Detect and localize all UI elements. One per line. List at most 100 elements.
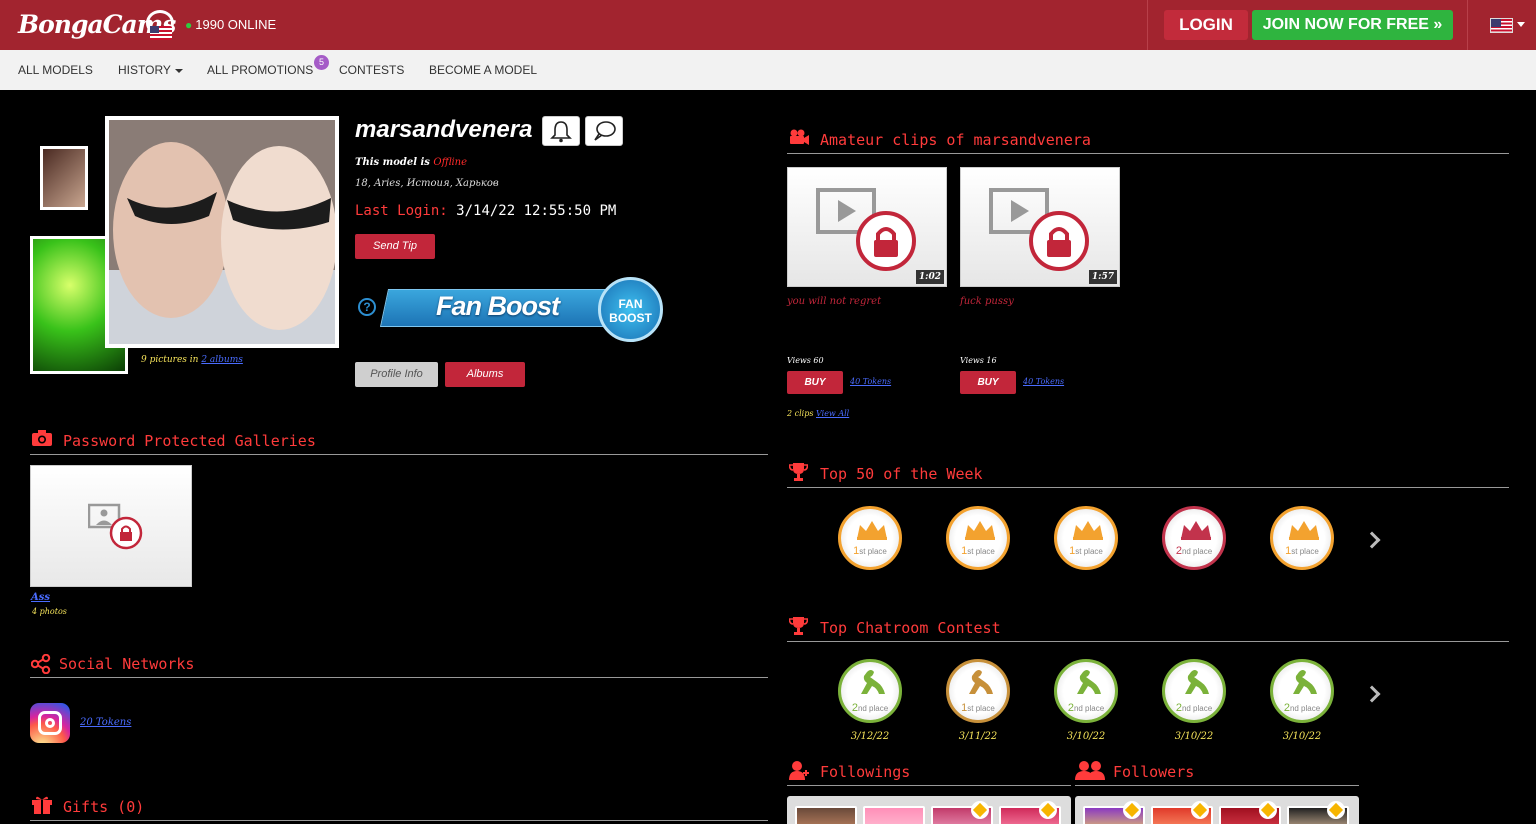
section-divider (787, 487, 1509, 488)
albums-link[interactable]: 2 albums (201, 355, 243, 365)
albums-button[interactable]: Albums (445, 362, 525, 387)
buy-clip-button[interactable]: BUY (787, 371, 843, 394)
instagram-glyph (38, 711, 62, 735)
caret-down-icon (174, 68, 183, 73)
top50-medal[interactable]: 2nd place (1162, 506, 1226, 570)
top50-medal[interactable]: 1st place (946, 506, 1010, 570)
medal-place-label: 1st place (841, 545, 899, 557)
chatroom-medal[interactable]: 1st place (946, 659, 1010, 723)
clip-duration: 1:02 (915, 270, 944, 284)
gallery-count: 4 photos (32, 607, 67, 616)
model-status: This model is Offline (355, 157, 467, 168)
clip-title[interactable]: you will not regret (787, 296, 881, 307)
status-offline: Offline (433, 157, 468, 168)
logo-flag-icon (150, 26, 172, 40)
profile-photo-image (109, 120, 335, 344)
medal-place-suffix: nd place (1181, 704, 1213, 713)
view-all-clips-link[interactable]: View All (816, 409, 849, 418)
photo-thumbnail[interactable] (40, 146, 88, 210)
clip-price[interactable]: 40 Tokens (850, 377, 891, 386)
vip-badge-icon (1191, 801, 1209, 819)
pictures-caption: 9 pictures in 2 albums (141, 355, 243, 365)
video-camera-icon (790, 129, 809, 145)
section-divider (30, 454, 768, 455)
medal-place-label: 1st place (949, 702, 1007, 714)
top50-medal[interactable]: 1st place (1054, 506, 1118, 570)
contest-date: 3/10/22 (1282, 731, 1322, 742)
top50-medal[interactable]: 1st place (838, 506, 902, 570)
medal-place-label: 2nd place (1273, 702, 1331, 714)
users-icon (1075, 761, 1105, 780)
chatroom-next-arrow-icon[interactable] (1363, 685, 1381, 703)
instagram-price-link[interactable]: 20 Tokens (80, 717, 131, 728)
section-divider (1075, 785, 1359, 786)
status-prefix: This model is (355, 157, 434, 168)
medal-place-label: 2nd place (1165, 702, 1223, 714)
fan-boost-badge-text: FAN BOOST (609, 297, 652, 325)
contest-figure-icon (861, 670, 885, 694)
contest-figure-icon (1293, 670, 1317, 694)
followings-heading: Followings (820, 763, 911, 781)
instagram-icon[interactable] (30, 703, 70, 743)
divider (1467, 0, 1468, 50)
help-icon[interactable]: ? (358, 298, 376, 316)
chatroom-medal[interactable]: 2nd place (838, 659, 902, 723)
chevron-down-icon[interactable] (1517, 22, 1525, 27)
nav-contests[interactable]: CONTESTS (339, 63, 404, 77)
contest-date: 3/11/22 (958, 731, 998, 742)
following-avatar[interactable] (795, 806, 857, 824)
medal-place-suffix: st place (967, 704, 995, 713)
medal-place-suffix: nd place (857, 704, 889, 713)
clip-views: Views 16 (960, 356, 997, 365)
bongacams-logo[interactable]: BongaCams (18, 8, 176, 44)
fan-boost-badge-icon[interactable]: FAN BOOST (598, 277, 663, 342)
clip-thumbnail[interactable]: 1:57 (960, 167, 1120, 287)
main-profile-photo[interactable] (105, 116, 339, 348)
nav-become-a-model[interactable]: BECOME A MODEL (429, 63, 537, 77)
top50-medal[interactable]: 1st place (1270, 506, 1334, 570)
nav-history[interactable]: HISTORY (118, 63, 183, 77)
section-divider (30, 820, 768, 821)
chat-button[interactable] (585, 116, 623, 146)
promotions-badge: 5 (314, 55, 329, 70)
chatroom-medal[interactable]: 2nd place (1054, 659, 1118, 723)
section-divider (30, 677, 768, 678)
nav-all-promotions[interactable]: ALL PROMOTIONS (207, 63, 313, 77)
divider (1147, 0, 1148, 50)
following-avatar[interactable] (863, 806, 925, 824)
send-tip-button[interactable]: Send Tip (355, 234, 435, 259)
nav-all-models[interactable]: ALL MODELS (18, 63, 93, 77)
user-follow-icon (789, 761, 809, 780)
chatroom-medal[interactable]: 2nd place (1162, 659, 1226, 723)
buy-clip-button[interactable]: BUY (960, 371, 1016, 394)
contest-date: 3/10/22 (1174, 731, 1214, 742)
medal-place-suffix: st place (859, 547, 887, 556)
profile-info-button[interactable]: Profile Info (355, 362, 438, 387)
join-now-button[interactable]: JOIN NOW FOR FREE » (1252, 10, 1453, 40)
trophy-icon (789, 463, 808, 481)
clips-heading: Amateur clips of marsandvenera (820, 131, 1091, 149)
medal-place-suffix: st place (1075, 547, 1103, 556)
clip-price[interactable]: 40 Tokens (1023, 377, 1064, 386)
social-networks-heading: Social Networks (59, 655, 195, 673)
trophy-icon (789, 617, 808, 635)
login-button[interactable]: LOGIN (1164, 10, 1248, 40)
vip-badge-icon (971, 801, 989, 819)
model-name: marsandvenera (355, 116, 533, 143)
locked-video-icon (989, 188, 1089, 271)
top50-next-arrow-icon[interactable] (1363, 531, 1381, 549)
notify-bell-button[interactable] (542, 116, 580, 146)
chatroom-heading: Top Chatroom Contest (820, 619, 1001, 637)
medal-place-label: 2nd place (1165, 545, 1223, 557)
contest-date: 3/12/22 (850, 731, 890, 742)
gallery-title[interactable]: Ass (31, 592, 50, 603)
clip-title[interactable]: fuck pussy (960, 296, 1014, 307)
us-flag-icon[interactable] (1490, 18, 1513, 33)
locked-gallery-thumbnail[interactable] (30, 465, 192, 587)
galleries-heading: Password Protected Galleries (63, 432, 316, 450)
fan-boost-text: Fan Boost (436, 291, 560, 321)
clip-views: Views 60 (787, 356, 824, 365)
crown-icon (1289, 521, 1319, 540)
chatroom-medal[interactable]: 2nd place (1270, 659, 1334, 723)
clip-thumbnail[interactable]: 1:02 (787, 167, 947, 287)
